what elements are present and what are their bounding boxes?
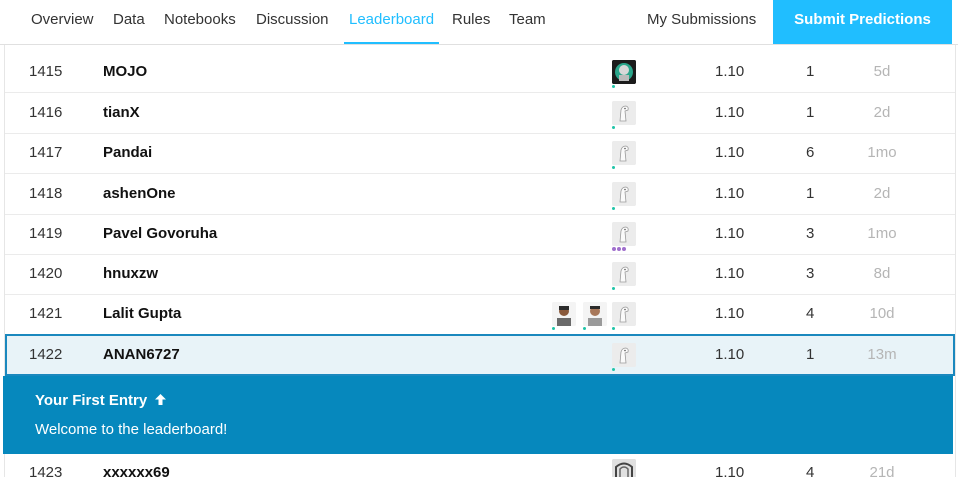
default-avatar-icon[interactable] [612, 343, 636, 367]
banner-message: Welcome to the leaderboard! [35, 421, 228, 438]
tier-dot-icon [583, 327, 586, 330]
tab-team[interactable]: Team [509, 0, 546, 44]
team-name[interactable]: ANAN6727 [103, 336, 180, 374]
rank-cell: 1423 [29, 464, 63, 477]
rank-cell: 1422 [29, 346, 63, 363]
last-submission-cell: 1mo [867, 225, 897, 242]
rank-cell: 1417 [29, 144, 63, 161]
team-name[interactable]: MOJO [103, 52, 147, 92]
arrow-up-icon [155, 394, 167, 405]
team-name[interactable]: Lalit Gupta [103, 294, 181, 334]
tab-rules[interactable]: Rules [452, 0, 490, 44]
entries-cell: 1 [806, 104, 815, 121]
top-navigation: Overview Data Notebooks Discussion Leade… [0, 0, 958, 45]
default-avatar-icon[interactable] [612, 262, 636, 286]
score-cell: 1.10 [715, 104, 745, 121]
rank-cell: 1419 [29, 225, 63, 242]
score-cell: 1.10 [715, 63, 745, 80]
last-submission-cell: 21d [869, 464, 895, 477]
user-avatar[interactable] [612, 459, 636, 477]
tab-leaderboard[interactable]: Leaderboard [343, 0, 440, 44]
rank-cell: 1416 [29, 104, 63, 121]
team-name[interactable]: Pavel Govoruha [103, 214, 217, 254]
team-member-avatar[interactable] [583, 302, 607, 326]
entries-cell: 4 [806, 305, 815, 322]
table-row[interactable]: 1418 ashenOne 1.10 1 2d [5, 174, 955, 215]
banner-title: Your First Entry [35, 392, 167, 409]
table-row[interactable]: 1416 tianX 1.10 1 2d [5, 93, 955, 134]
score-cell: 1.10 [715, 305, 745, 322]
table-row[interactable]: 1420 hnuxzw 1.10 3 8d [5, 254, 955, 295]
rank-cell: 1418 [29, 185, 63, 202]
score-cell: 1.10 [715, 346, 745, 363]
tier-dot-icon [612, 368, 615, 371]
tier-dots-icon [612, 247, 626, 251]
tier-dot-icon [612, 126, 615, 129]
score-cell: 1.10 [715, 464, 745, 477]
entries-cell: 1 [806, 346, 815, 363]
rank-cell: 1420 [29, 265, 63, 282]
rank-cell: 1415 [29, 63, 63, 80]
rank-cell: 1421 [29, 305, 63, 322]
tier-dot-icon [612, 287, 615, 290]
table-row[interactable]: 1415 MOJO 1.10 1 5d [5, 52, 955, 93]
entries-cell: 6 [806, 144, 815, 161]
tier-dot-icon [612, 166, 615, 169]
team-name[interactable]: tianX [103, 93, 140, 133]
entries-cell: 1 [806, 63, 815, 80]
first-entry-banner: Your First Entry Welcome to the leaderbo… [3, 376, 953, 454]
my-entry-row[interactable]: 1422 ANAN6727 1.10 1 13m [5, 334, 955, 376]
table-row[interactable]: 1419 Pavel Govoruha 1.10 3 1mo [5, 214, 955, 255]
entries-cell: 4 [806, 464, 815, 477]
last-submission-cell: 8d [873, 265, 891, 282]
tab-notebooks[interactable]: Notebooks [164, 0, 236, 44]
last-submission-cell: 2d [873, 104, 891, 121]
score-cell: 1.10 [715, 265, 745, 282]
last-submission-cell: 5d [873, 63, 891, 80]
default-avatar-icon[interactable] [612, 182, 636, 206]
tab-overview[interactable]: Overview [31, 0, 94, 44]
user-avatar[interactable] [612, 60, 636, 84]
banner-title-text: Your First Entry [35, 392, 148, 409]
submit-predictions-button[interactable]: Submit Predictions [773, 0, 952, 44]
team-name[interactable]: ashenOne [103, 174, 176, 214]
table-row[interactable]: 1421 Lalit Gupta 1.10 4 10d [5, 294, 955, 335]
my-submissions-link[interactable]: My Submissions [647, 0, 756, 44]
tab-data[interactable]: Data [113, 0, 145, 44]
team-name[interactable]: Pandai [103, 133, 152, 173]
entries-cell: 3 [806, 265, 815, 282]
last-submission-cell: 10d [869, 305, 895, 322]
tier-dot-icon [612, 207, 615, 210]
last-submission-cell: 13m [867, 346, 897, 363]
tier-dot-icon [612, 85, 615, 88]
default-avatar-icon[interactable] [612, 302, 636, 326]
default-avatar-icon[interactable] [612, 222, 636, 246]
team-member-avatar[interactable] [552, 302, 576, 326]
score-cell: 1.10 [715, 185, 745, 202]
score-cell: 1.10 [715, 225, 745, 242]
tier-dot-icon [552, 327, 555, 330]
entries-cell: 3 [806, 225, 815, 242]
score-cell: 1.10 [715, 144, 745, 161]
table-row[interactable]: 1423 xxxxxx69 1.10 4 21d [5, 453, 955, 477]
team-name[interactable]: xxxxxx69 [103, 453, 170, 477]
tier-dot-icon [612, 327, 615, 330]
entries-cell: 1 [806, 185, 815, 202]
last-submission-cell: 2d [873, 185, 891, 202]
table-row[interactable]: 1417 Pandai 1.10 6 1mo [5, 133, 955, 174]
default-avatar-icon[interactable] [612, 141, 636, 165]
tab-discussion[interactable]: Discussion [256, 0, 329, 44]
team-name[interactable]: hnuxzw [103, 254, 158, 294]
last-submission-cell: 1mo [867, 144, 897, 161]
default-avatar-icon[interactable] [612, 101, 636, 125]
